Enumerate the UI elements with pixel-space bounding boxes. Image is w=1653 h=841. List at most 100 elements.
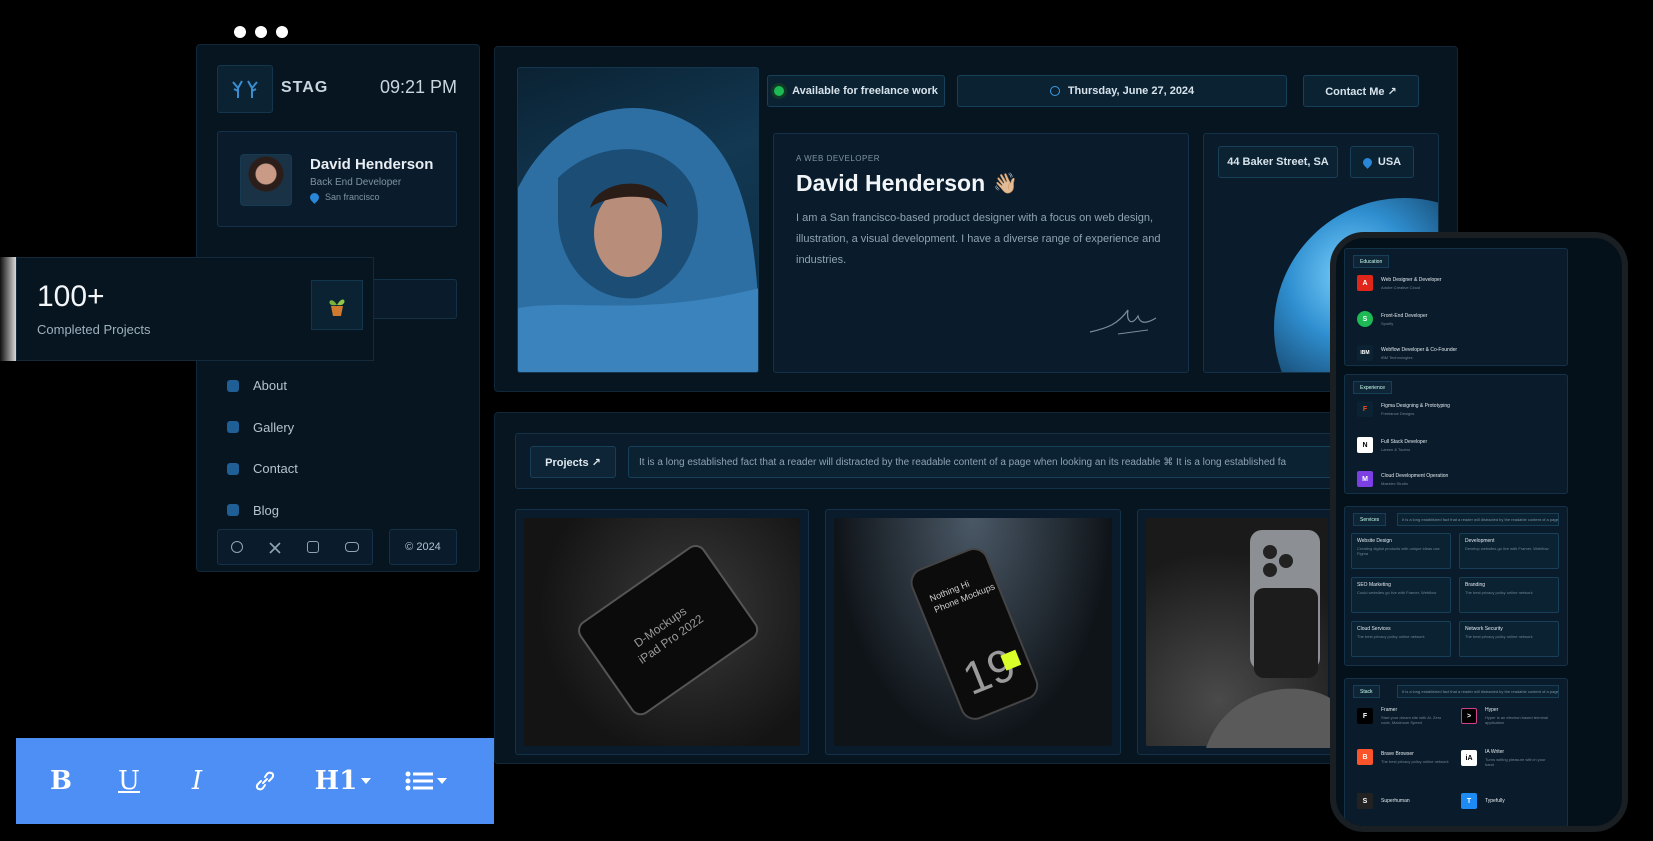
dribbble-icon[interactable] [231,541,243,553]
service-card[interactable]: Network Security The best privacy policy … [1459,621,1559,657]
item-title: Cloud Development Operation [1381,472,1449,479]
item-title: Typefully [1485,798,1505,804]
maestro-icon: M [1357,471,1373,487]
service-sub: The best privacy policy online network [1357,634,1425,639]
typefully-icon: T [1461,793,1477,809]
item-title: Webflow Developer & Co-Founder [1381,346,1458,353]
list-item[interactable]: B Brave Browser The best privacy policy o… [1357,749,1451,765]
item-sub: Maestro Studio [1381,480,1408,486]
item-title: IA Writer [1485,749,1505,755]
location-pin-icon [1361,155,1374,169]
service-sub: The best privacy policy online network [1465,634,1533,639]
service-card[interactable]: Development Develop websites go live with… [1459,533,1559,569]
item-title: Brave Browser [1381,750,1414,757]
project-thumb-iphone[interactable]: Nothing Hi Phone Mockups 19 [825,509,1121,755]
availability-badge: Available for freelance work [767,75,945,107]
hero-panel: Available for freelance work Thursday, J… [494,46,1458,392]
service-title: SEO Marketing [1357,582,1391,588]
italic-icon[interactable]: I [152,756,242,806]
service-card[interactable]: Cloud Services The best privacy policy on… [1351,621,1451,657]
figma-icon: F [1357,401,1373,417]
copyright: © 2024 [389,529,457,565]
sidebar-item-label: Blog [253,502,280,518]
list-item[interactable]: > Hyper Hyper is an electron based termin… [1461,707,1555,725]
stat-card: 100+ Completed Projects [16,257,374,361]
underline-icon[interactable]: U [106,756,152,806]
list-item[interactable]: IBM Webflow Developer & Co-Founder IBM Te… [1357,345,1457,361]
item-sub: The best privacy policy online network [1381,758,1449,764]
window-dot[interactable] [255,26,267,38]
list-item[interactable]: S Superhuman [1357,793,1410,809]
image-icon [227,421,239,434]
project-thumb-ipad[interactable]: D-Mockups iPad Pro 2022 [515,509,809,755]
sidebar-item-contact[interactable]: Contact [227,448,298,490]
list-item[interactable]: N Full Stack Developer Larsen & Toubro [1357,437,1427,453]
list-item[interactable]: T Typefully [1461,793,1505,809]
project-thumb-case[interactable] [1137,509,1337,755]
service-card[interactable]: Website Design Creating digital products … [1351,533,1451,569]
item-title: Web Designer & Developer [1381,276,1442,283]
sidebar-item-gallery[interactable]: Gallery [227,407,298,449]
window-dot[interactable] [276,26,288,38]
item-title: Superhuman [1381,798,1410,804]
date-pill: Thursday, June 27, 2024 [957,75,1287,107]
sidebar-item-about[interactable]: About [227,365,298,407]
phone-icon [227,462,239,475]
projects-panel: Projects ↗ It is a long established fact… [494,412,1458,764]
hero-name-text: David Henderson [796,170,986,196]
hero-name: David Henderson 👋🏼 [796,170,1018,197]
chevron-down-icon [437,778,447,784]
service-title: Cloud Services [1357,626,1391,632]
projects-marquee: It is a long established fact that a rea… [628,446,1418,478]
x-icon[interactable] [269,541,281,554]
list-item[interactable]: S Front-End Developer Spotify [1357,311,1427,327]
projects-button[interactable]: Projects ↗ [530,446,616,478]
notion-icon: N [1357,437,1373,453]
item-sub: Hyper is an electron based terminal appl… [1485,715,1548,725]
phone-services-marquee: It is a long established fact that a rea… [1397,513,1559,526]
item-title: Hyper [1485,707,1499,713]
address-pill: 44 Baker Street, SA [1218,146,1338,178]
sidebar-item-blog[interactable]: Blog [227,490,298,532]
phone-stack-section: Stack It is a long established fact that… [1344,678,1568,826]
profile-card[interactable]: David Henderson Back End Developer San f… [217,131,457,227]
link-icon[interactable] [242,756,288,806]
heading-icon[interactable]: H1 [288,756,398,806]
projects-bar: Projects ↗ It is a long established fact… [515,433,1435,489]
clock-icon [1049,86,1060,96]
bold-icon[interactable]: B [16,756,106,806]
list-item[interactable]: iA IA Writer Turns writing pleasure with … [1461,749,1555,767]
contact-me-button[interactable]: Contact Me ↗ [1303,75,1419,107]
superhuman-icon: S [1357,793,1373,809]
window-dot[interactable] [234,26,246,38]
item-sub: IBM Technologies [1381,354,1413,360]
plant-icon [311,280,363,330]
phone-education-tag: Education [1353,255,1390,268]
stat-value: 100+ [37,280,105,313]
hyper-icon: > [1461,708,1477,724]
list-item[interactable]: M Cloud Development Operation Maestro Stu… [1357,471,1448,487]
phone-experience-section: Experience F Figma Designing & Prototypi… [1344,374,1568,494]
signature-icon [1089,309,1157,335]
sidebar-item-label: About [253,378,287,394]
status-dot-icon [774,86,785,96]
item-title: Full Stack Developer [1381,438,1428,445]
phone-stack-marquee: It is a long established fact that a rea… [1397,685,1559,698]
intro-card: A WEB DEVELOPER David Henderson 👋🏼 I am … [773,133,1189,373]
phone-education-section: Education A Web Designer & Developer Adob… [1344,248,1568,366]
service-card[interactable]: SEO Marketing Could websites go live with… [1351,577,1451,613]
heading-label: H1 [314,766,358,796]
youtube-icon[interactable] [345,542,359,552]
instagram-icon[interactable] [307,541,319,553]
item-sub: Turns writing pleasure with in your hand [1485,757,1546,767]
logo[interactable] [217,65,273,113]
profile-role: Back End Developer [310,177,402,188]
blog-icon [227,504,239,517]
list-icon[interactable] [398,756,454,806]
list-item[interactable]: A Web Designer & Developer Adobe Creative… [1357,275,1442,291]
service-card[interactable]: Branding The best privacy policy online n… [1459,577,1559,613]
list-item[interactable]: F Framer Start your dream site with Ai. Z… [1357,707,1451,725]
service-sub: Develop websites go live with Framer, We… [1465,546,1549,551]
list-item[interactable]: F Figma Designing & Prototyping Freelance… [1357,401,1450,417]
avatar [240,154,292,206]
